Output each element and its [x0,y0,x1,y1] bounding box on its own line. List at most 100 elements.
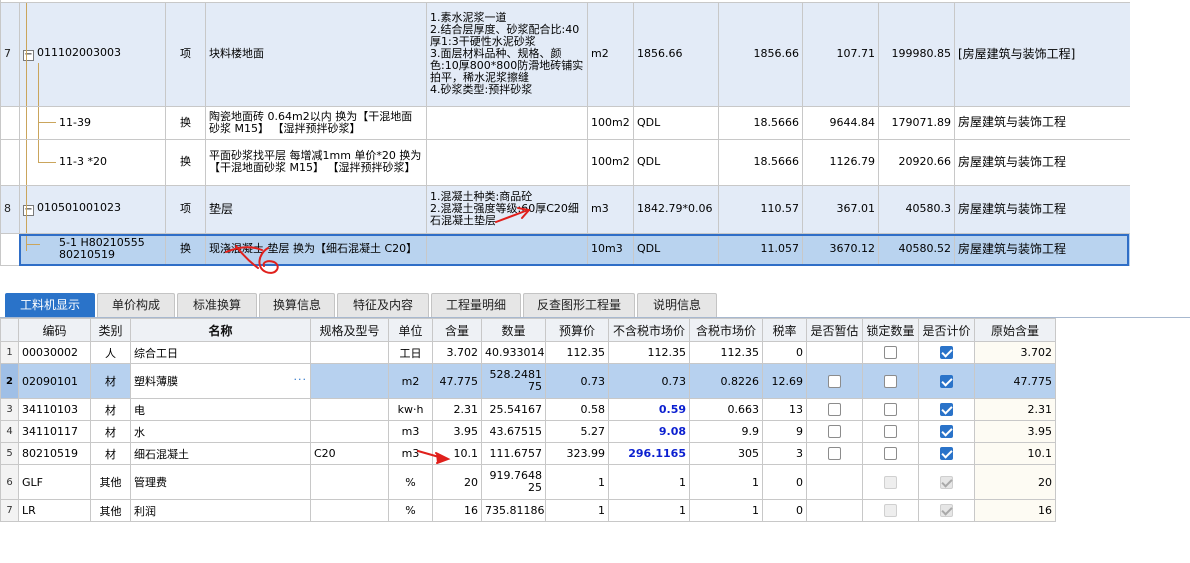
unit-cell[interactable]: 工日 [388,341,433,364]
bill-row-8[interactable]: 8 −010501001023 项 垫层 1.混凝土种类:商品砼 2.混凝土强度… [0,184,1130,234]
code-cell[interactable]: 11-39 [19,105,166,140]
resource-row[interactable]: 6 GLF 其他 管理费% 20 919.764825 1 1 1 0 20 [0,464,1056,500]
unit-cell[interactable]: % [388,499,433,522]
unit-cell[interactable]: 10m3 [587,232,634,266]
qty-cell[interactable]: 110.57 [718,184,803,234]
code-cell[interactable]: 11-3 *20 [19,138,166,186]
qty-cell[interactable]: 1856.66 [718,1,803,107]
code-cell[interactable]: LR [18,499,91,522]
quantity-cell[interactable]: 528.248175 [481,363,546,399]
quota-row[interactable]: 11-39 换 陶瓷地面砖 0.64m2以内 换为【干混地面砂浆 M15】 【湿… [0,105,1130,140]
lock-qty-checkbox[interactable] [884,447,897,461]
qty-cell[interactable]: 18.5666 [718,105,803,140]
col-budget-price[interactable]: 预算价 [545,318,609,342]
qty-cell[interactable]: 18.5666 [718,138,803,186]
market-price-cell[interactable]: 1 [608,499,690,522]
name-cell[interactable]: 陶瓷地面砖 0.64m2以内 换为【干混地面砂浆 M15】 【湿拌预拌砂浆】 [205,105,427,140]
name-cell[interactable]: 细石混凝土 [130,442,311,465]
content-cell[interactable]: 3.702 [432,341,482,364]
quantity-cell[interactable]: 735.81186 [481,499,546,522]
lock-qty-checkbox-cell[interactable] [862,341,919,364]
quantity-cell[interactable]: 43.67515 [481,420,546,443]
priced-checkbox-cell[interactable] [918,341,975,364]
priced-checkbox-cell[interactable] [918,499,975,522]
col-market-price[interactable]: 不含税市场价 [608,318,690,342]
name-cell[interactable]: 水 [130,420,311,443]
lock-qty-checkbox-cell[interactable] [862,363,919,399]
col-content[interactable]: 含量 [432,318,482,342]
tab-resource-display[interactable]: 工料机显示 [5,293,95,317]
quota-row[interactable]: 11-3 *20 换 平面砂浆找平层 每增减1mm 单价*20 换为【干混地面砂… [0,138,1130,186]
priced-checkbox[interactable] [940,374,953,388]
spec-cell[interactable] [310,363,389,399]
priced-checkbox-cell[interactable] [918,398,975,421]
collapse-icon[interactable]: − [23,205,34,216]
quantity-cell[interactable]: 111.6757 [481,442,546,465]
col-market-price-tax[interactable]: 含税市场价 [689,318,763,342]
collapse-icon[interactable]: − [23,50,34,61]
tab-features-content[interactable]: 特征及内容 [337,293,429,317]
unit-cell[interactable]: m3 [388,420,433,443]
estimate-checkbox[interactable] [828,447,841,461]
col-category[interactable]: 类别 [90,318,131,342]
estimate-checkbox-cell[interactable] [806,464,863,500]
tab-unit-price[interactable]: 单价构成 [97,293,175,317]
features-cell[interactable] [426,138,588,186]
priced-checkbox-cell[interactable] [918,420,975,443]
lock-qty-checkbox[interactable] [884,374,897,388]
qty-expr-cell[interactable]: 1856.66 [633,1,719,107]
resource-row[interactable]: 5 80210519 材 细石混凝土 C20 m3 10.1 111.6757 323.99 29… [0,442,1056,465]
code-cell[interactable]: 34110117 [18,420,91,443]
name-cell[interactable]: 综合工日 [130,341,311,364]
tax-rate-cell[interactable]: 0 [762,464,807,500]
content-cell[interactable]: 2.31 [432,398,482,421]
major-cell[interactable]: 房屋建筑与装饰工程 [953,184,1130,234]
tab-conversion-info[interactable]: 换算信息 [259,293,335,317]
name-cell[interactable]: 平面砂浆找平层 每增减1mm 单价*20 换为【干混地面砂浆 M15】 【湿拌预… [205,138,427,186]
col-lock-qty[interactable]: 锁定数量 [862,318,919,342]
col-code[interactable]: 编码 [18,318,91,342]
estimate-checkbox-cell[interactable] [806,363,863,399]
name-cell[interactable]: 电 [130,398,311,421]
market-price-tax-cell[interactable]: 0.663 [689,398,763,421]
unit-cell[interactable]: m2 [587,1,634,107]
features-cell[interactable] [426,105,588,140]
major-cell[interactable]: [房屋建筑与装饰工程] [953,1,1130,107]
col-unit[interactable]: 单位 [388,318,433,342]
content-cell[interactable]: 20 [432,464,482,500]
content-cell[interactable]: 10.1 [432,442,482,465]
quantity-cell[interactable]: 25.54167 [481,398,546,421]
major-cell[interactable]: 房屋建筑与装饰工程 [953,232,1130,266]
tax-rate-cell[interactable]: 9 [762,420,807,443]
tab-standard-conversion[interactable]: 标准换算 [177,293,257,317]
market-price-cell[interactable]: 112.35 [608,341,690,364]
lock-qty-checkbox[interactable] [884,346,897,360]
market-price-cell[interactable]: 296.1165 [608,442,690,465]
content-cell[interactable]: 16 [432,499,482,522]
features-cell[interactable]: 1.素水泥浆一道 2.结合层厚度、砂浆配合比:40厚1:3干硬性水泥砂浆 3.面… [426,1,588,107]
col-name[interactable]: 名称 [130,318,311,342]
col-quantity[interactable]: 数量 [481,318,546,342]
estimate-checkbox[interactable] [828,374,841,388]
unit-cell[interactable]: 100m2 [587,138,634,186]
estimate-checkbox-cell[interactable] [806,398,863,421]
quantity-cell[interactable]: 919.764825 [481,464,546,500]
resource-row[interactable]: 3 34110103 材 电 kw·h 2.31 25.54167 0.58 0.59 0.663… [0,398,1056,421]
market-price-cell[interactable]: 0.59 [608,398,690,421]
lock-qty-checkbox-cell[interactable] [862,398,919,421]
tab-quantity-detail[interactable]: 工程量明细 [431,293,521,317]
priced-checkbox-cell[interactable] [918,464,975,500]
spec-cell[interactable] [310,420,389,443]
unit-cell[interactable]: 100m2 [587,105,634,140]
resource-row[interactable]: 4 34110117 材 水 m3 3.95 43.67515 5.27 9.08 9.9 9 3.9… [0,420,1056,443]
priced-checkbox-cell[interactable] [918,442,975,465]
qty-expr-cell[interactable]: 1842.79*0.06 [633,184,719,234]
spec-cell[interactable] [310,464,389,500]
market-price-cell[interactable]: 9.08 [608,420,690,443]
estimate-checkbox-cell[interactable] [806,499,863,522]
bill-row-7[interactable]: 7 −011102003003 项 块料楼地面 1.素水泥浆一道 2.结合层厚度… [0,1,1130,107]
unit-cell[interactable]: m3 [388,442,433,465]
major-cell[interactable]: 房屋建筑与装饰工程 [953,138,1130,186]
features-cell[interactable] [426,232,588,266]
tab-reverse-lookup[interactable]: 反查图形工程量 [523,293,635,317]
